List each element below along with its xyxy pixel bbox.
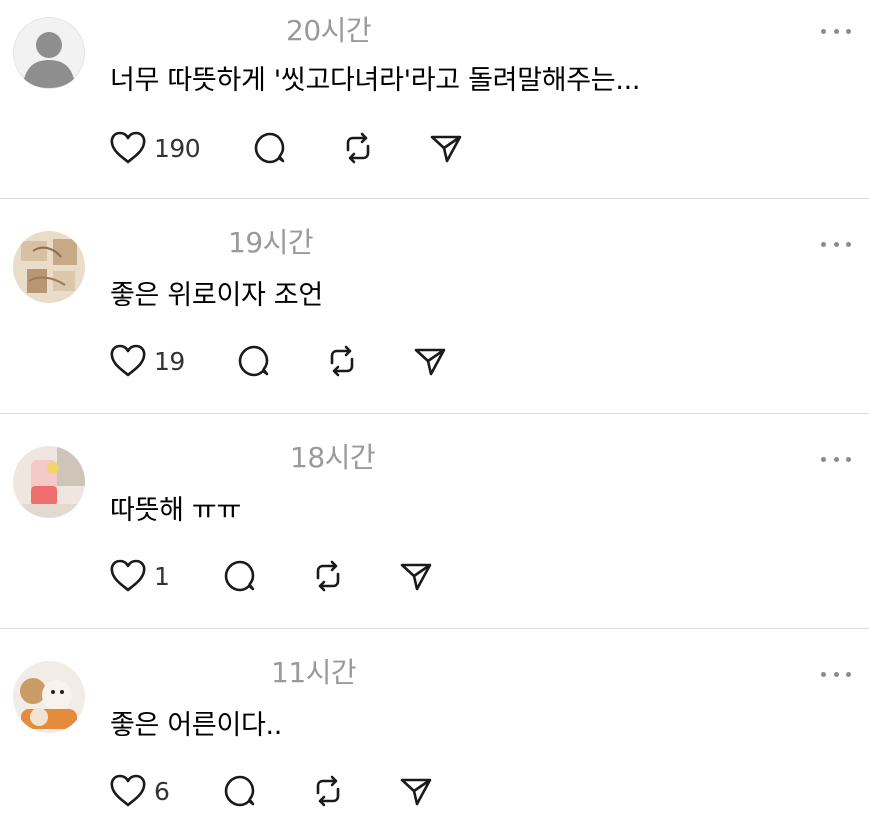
more-dots-icon[interactable]: [821, 444, 851, 474]
more-dots-icon[interactable]: [821, 229, 851, 259]
like-count: 6: [154, 776, 170, 806]
user-photo-avatar[interactable]: [13, 231, 85, 303]
repost-button[interactable]: [308, 556, 348, 596]
like-count: 1: [154, 561, 170, 591]
share-button[interactable]: [396, 771, 436, 811]
share-button[interactable]: [410, 341, 450, 381]
user-photo-avatar[interactable]: [13, 661, 85, 733]
reply-button[interactable]: [250, 128, 290, 168]
reply-post: 18시간 따뜻해 ㅠㅠ 1: [0, 414, 869, 629]
action-bar: 190: [108, 128, 488, 168]
heart-icon: [108, 556, 148, 596]
repost-button[interactable]: [322, 341, 362, 381]
more-dots-icon[interactable]: [821, 659, 851, 689]
send-icon: [396, 771, 436, 811]
action-bar: 1: [108, 556, 488, 596]
post-meta: 19시간: [110, 223, 314, 259]
repost-icon: [322, 341, 362, 381]
username-redacted[interactable]: [110, 226, 228, 256]
post-meta: 11시간: [110, 653, 357, 689]
repost-button[interactable]: [338, 128, 378, 168]
repost-icon: [338, 128, 378, 168]
post-time: 19시간: [228, 226, 314, 259]
action-bar: 6: [108, 771, 488, 811]
post-time: 20시간: [286, 14, 372, 47]
like-count: 19: [154, 346, 185, 376]
reply-post: 19시간 좋은 위로이자 조언 19: [0, 199, 869, 414]
username-redacted[interactable]: [110, 656, 271, 686]
heart-icon: [108, 771, 148, 811]
post-meta: 20시간: [110, 11, 372, 47]
post-text: 너무 따뜻하게 '씻고다녀라'라고 돌려말해주는...: [110, 65, 641, 96]
heart-icon: [108, 341, 148, 381]
post-text: 따뜻해 ㅠㅠ: [110, 495, 241, 526]
username-redacted[interactable]: [110, 14, 286, 44]
post-time: 11시간: [271, 656, 357, 689]
comment-bubble-icon: [220, 771, 260, 811]
like-count: 190: [154, 133, 201, 163]
reply-button[interactable]: [234, 341, 274, 381]
send-icon: [396, 556, 436, 596]
like-button[interactable]: 6: [108, 771, 170, 811]
more-dots-icon[interactable]: [821, 16, 851, 46]
username-redacted[interactable]: [110, 441, 290, 471]
like-button[interactable]: 19: [108, 341, 185, 381]
heart-icon: [108, 128, 148, 168]
repost-icon: [308, 556, 348, 596]
reply-post: 11시간 좋은 어른이다.. 6: [0, 629, 869, 821]
action-bar: 19: [108, 341, 488, 381]
post-time: 18시간: [290, 441, 376, 474]
like-button[interactable]: 1: [108, 556, 170, 596]
like-button[interactable]: 190: [108, 128, 201, 168]
repost-icon: [308, 771, 348, 811]
comment-bubble-icon: [220, 556, 260, 596]
post-text: 좋은 위로이자 조언: [110, 280, 323, 311]
comment-bubble-icon: [234, 341, 274, 381]
comment-bubble-icon: [250, 128, 290, 168]
reply-post: 20시간 너무 따뜻하게 '씻고다녀라'라고 돌려말해주는... 190: [0, 0, 869, 199]
send-icon: [410, 341, 450, 381]
post-meta: 18시간: [110, 438, 376, 474]
user-photo-avatar[interactable]: [13, 446, 85, 518]
share-button[interactable]: [426, 128, 466, 168]
send-icon: [426, 128, 466, 168]
reply-button[interactable]: [220, 556, 260, 596]
reply-button[interactable]: [220, 771, 260, 811]
share-button[interactable]: [396, 556, 436, 596]
default-avatar-icon[interactable]: [13, 17, 85, 89]
post-text: 좋은 어른이다..: [110, 710, 283, 741]
reply-feed: 20시간 너무 따뜻하게 '씻고다녀라'라고 돌려말해주는... 190 19시…: [0, 0, 869, 821]
repost-button[interactable]: [308, 771, 348, 811]
